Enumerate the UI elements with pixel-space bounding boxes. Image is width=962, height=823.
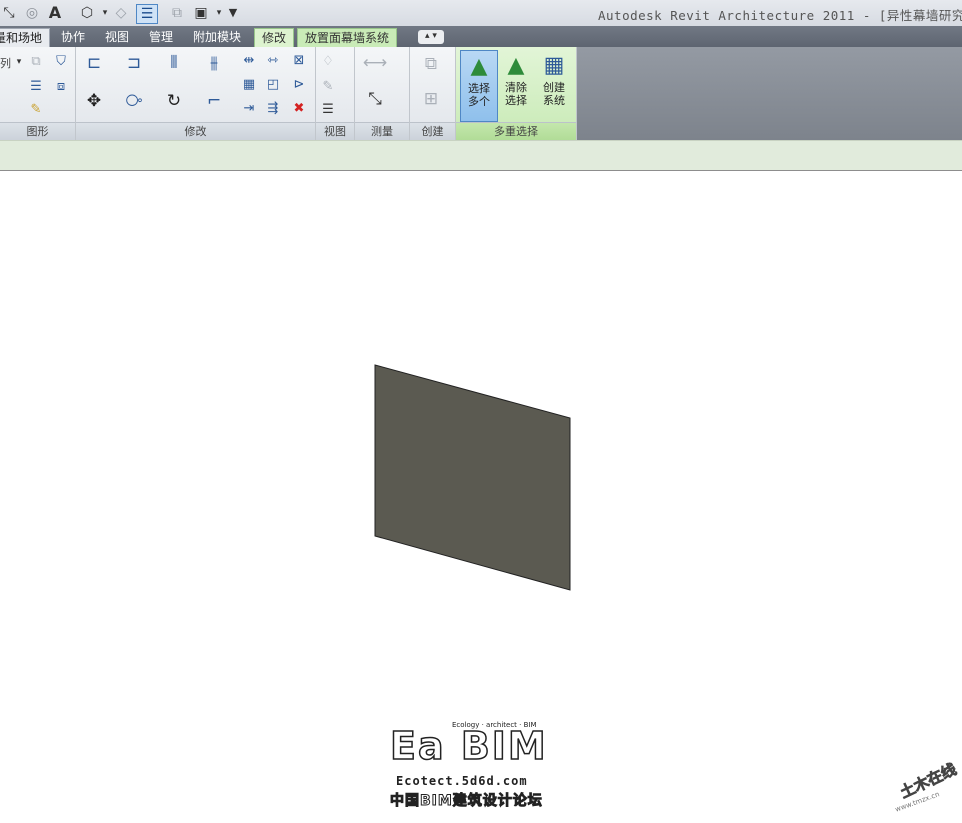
section-icon[interactable]: ◇ (112, 4, 130, 22)
pin-icon[interactable]: ⊳ (290, 75, 308, 93)
dimension-icon[interactable]: ⤡ (0, 4, 18, 22)
tab-place-face-curtain-system[interactable]: 放置面幕墙系统 (297, 28, 398, 48)
panel-label: 视图 (316, 122, 354, 140)
select-multiple-label-1: 选择 (468, 82, 490, 95)
3d-view-icon[interactable]: ⬡ (78, 4, 96, 22)
panel-label: 多重选择 (456, 122, 576, 140)
create-system-button[interactable]: ▦ 创建 系统 (536, 50, 572, 120)
clear-selection-button[interactable]: ▲ 清除 选择 (498, 50, 534, 120)
options-bar (0, 140, 962, 172)
trim-extend-single-icon[interactable]: ⇥ (240, 99, 258, 117)
panel-measure: ⟷ ⤡ 测量 (355, 47, 410, 140)
select-multiple-icon: ▲ (470, 54, 488, 79)
lightbulb-icon[interactable]: ♢ (319, 52, 337, 70)
ribbon-empty-area (577, 47, 962, 140)
create-system-label-1: 创建 (543, 81, 565, 94)
eabim-logo: Ea BIM Ecology · architect · BIM Ecotect… (389, 718, 566, 810)
create-similar-icon[interactable]: ⊞ (419, 87, 443, 111)
tab-collaborate[interactable]: 协作 (54, 28, 92, 47)
mirror-pick-axis-icon[interactable]: ⫴ (162, 51, 186, 75)
align-icon[interactable]: ⊏ (82, 51, 106, 75)
scale-icon[interactable]: ◰ (264, 75, 282, 93)
mirror-draw-axis-icon[interactable]: ⫵ (202, 51, 226, 75)
panel-label: 测量 (355, 122, 409, 140)
quick-access-toolbar: ⤡ ◎ A ⬡ ▾ ◇ ☰ ⧉ ▣ ▾ ▼ Autodesk Revit Arc… (0, 0, 962, 27)
logo-tagline: Ecology · architect · BIM (452, 721, 537, 729)
split-with-gap-icon[interactable]: ⇿ (264, 51, 282, 69)
logo-url: Ecotect.5d6d.com (396, 774, 528, 788)
visibility-graphics-icon[interactable]: ⛉ (52, 52, 70, 70)
view-templates-icon[interactable]: ⧉ (27, 52, 45, 70)
move-icon[interactable]: ✥ (82, 89, 106, 113)
select-multiple-label-2: 多个 (468, 95, 490, 108)
logo-big-text: Ea BIM (389, 723, 548, 769)
panel-label: 图形 (0, 122, 75, 140)
split-element-icon[interactable]: ⇹ (240, 51, 258, 69)
clear-selection-label-1: 清除 (505, 81, 527, 94)
text-icon[interactable]: A (46, 4, 64, 22)
delete-icon[interactable]: ✖ (290, 99, 308, 117)
offset-icon[interactable]: ⊐ (122, 51, 146, 75)
clear-selection-icon: ▲ (507, 53, 525, 78)
tab-view[interactable]: 视图 (98, 28, 136, 47)
panel-create: ⧉ ⊞ 创建 (410, 47, 456, 140)
tag-icon[interactable]: ◎ (23, 4, 41, 22)
linework-view-icon[interactable]: ☰ (319, 100, 337, 118)
aligned-dimension-icon[interactable]: ⟷ (363, 51, 387, 75)
rotate-icon[interactable]: ↻ (162, 89, 186, 113)
unpin-icon[interactable]: ⊠ (290, 51, 308, 69)
switch-windows-icon[interactable]: ▣ (192, 4, 210, 22)
site-watermark: 土木在线 www.tmzx.cn (888, 752, 960, 818)
array-icon[interactable]: ▦ (240, 75, 258, 93)
tab-manage[interactable]: 管理 (142, 28, 180, 47)
override-graphics-icon[interactable]: ✎ (319, 77, 337, 95)
panel-label: 创建 (410, 122, 455, 140)
thin-lines-icon[interactable]: ☰ (136, 4, 158, 24)
ribbon-minimize-toggle[interactable]: ▴ ▾ (418, 30, 444, 44)
panel-label: 修改 (76, 122, 315, 140)
tab-add-ins[interactable]: 附加模块 (186, 28, 248, 47)
select-multiple-button[interactable]: ▲ 选择 多个 (460, 50, 498, 122)
chevron-down-icon[interactable]: ▾ (10, 53, 28, 71)
measure-distance-icon[interactable]: ⤡ (363, 87, 387, 111)
panel-view: ♢ ✎ ☰ 视图 (316, 47, 355, 140)
copy-icon[interactable]: ⧂ (122, 89, 146, 113)
clear-selection-label-2: 选择 (505, 94, 527, 107)
thin-lines-tool-icon[interactable]: ☰ (27, 77, 45, 95)
ribbon: 列 ▾ ⧉ ⛉ ☰ ⧈ ✎ 图形 ⊏ ⊐ ⫴ ⫵ ⇹ ⇿ ⊠ ▦ ◰ ⊳ ✥ ⧂… (0, 47, 962, 140)
customize-qat-icon[interactable]: ▼ (224, 4, 242, 22)
curtain-system-icon: ▦ (543, 53, 565, 78)
panel-multi-select: ▲ 选择 多个 ▲ 清除 选择 ▦ 创建 系统 多重选择 (456, 47, 577, 140)
panel-modify: ⊏ ⊐ ⫴ ⫵ ⇹ ⇿ ⊠ ▦ ◰ ⊳ ✥ ⧂ ↻ ⌐ ⇥ ⇶ ✖ 修改 (76, 47, 316, 140)
create-group-icon[interactable]: ⧉ (419, 52, 443, 76)
create-system-label-2: 系统 (543, 94, 565, 107)
tab-modify[interactable]: 修改 (254, 28, 295, 48)
trim-extend-corner-icon[interactable]: ⌐ (202, 89, 226, 113)
linework-icon[interactable]: ✎ (27, 100, 45, 118)
ribbon-tab-bar: 量和场地 协作 视图 管理 附加模块 修改 放置面幕墙系统 ▴ ▾ (0, 26, 962, 48)
panel-graphics: 列 ▾ ⧉ ⛉ ☰ ⧈ ✎ 图形 (0, 47, 76, 140)
close-windows-icon[interactable]: ⧉ (168, 4, 186, 22)
trim-extend-multiple-icon[interactable]: ⇶ (264, 99, 282, 117)
window-title: Autodesk Revit Architecture 2011 - [异性幕墙… (598, 8, 962, 23)
tab-massing-site[interactable]: 量和场地 (0, 28, 51, 48)
mass-face-panel[interactable] (374, 364, 571, 591)
logo-chinese: 中国BIM建筑设计论坛 (390, 793, 543, 810)
show-hidden-lines-icon[interactable]: ⧈ (52, 77, 70, 95)
